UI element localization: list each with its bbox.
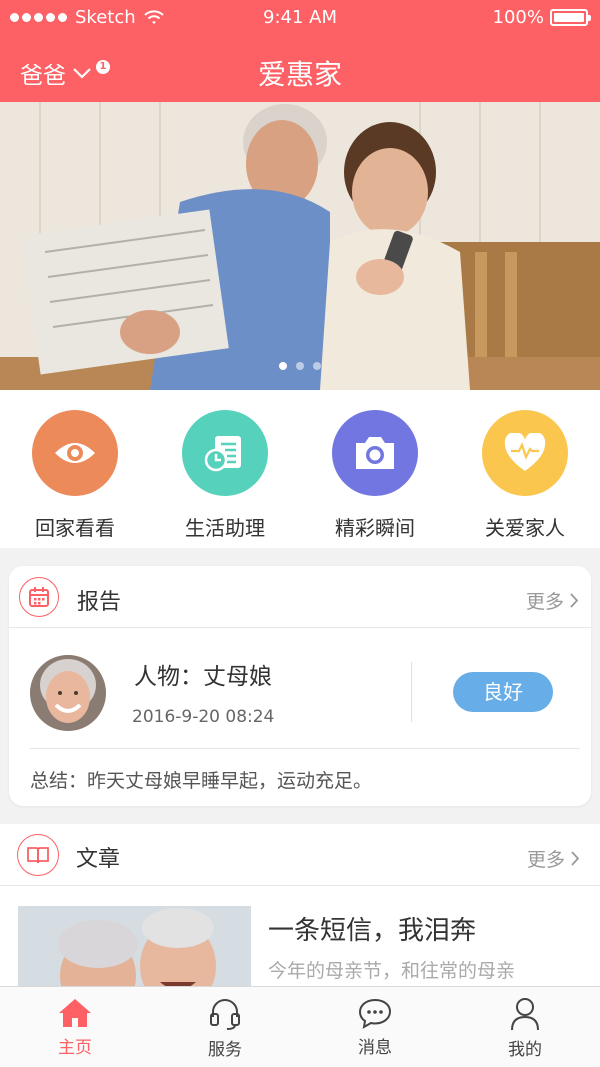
chevron-right-icon — [570, 593, 579, 608]
home-icon — [59, 999, 91, 1027]
tab-label: 服务 — [208, 1040, 242, 1060]
tab-label: 我的 — [508, 1040, 542, 1060]
tab-label: 消息 — [358, 1038, 392, 1058]
headset-icon — [210, 999, 240, 1030]
shortcut-visit-home[interactable]: 回家看看 — [0, 390, 150, 548]
articles-section: 文章 更多 一条短信，我泪奔 今年的母亲节，和往常的母亲 — [0, 824, 600, 986]
shortcut-label: 生活助理 — [185, 516, 265, 540]
shortcut-care-family[interactable]: 关爱家人 — [450, 390, 600, 548]
divider — [30, 748, 580, 749]
tab-messages[interactable]: 消息 — [300, 987, 450, 1067]
report-more-link[interactable]: 更多 — [526, 587, 579, 614]
article-thumbnail[interactable] — [18, 906, 251, 986]
report-header: 报告 更多 — [9, 566, 591, 628]
articles-more-link[interactable]: 更多 — [527, 845, 580, 872]
book-icon — [17, 834, 59, 876]
article-title[interactable]: 一条短信，我泪奔 — [268, 910, 476, 947]
shortcut-label: 精彩瞬间 — [335, 516, 415, 540]
tab-label: 主页 — [58, 1038, 92, 1058]
articles-header: 文章 更多 — [0, 824, 600, 886]
divider — [411, 662, 412, 722]
tab-bar: 主页 服务 消息 我的 — [0, 986, 600, 1067]
chevron-right-icon — [571, 851, 580, 866]
carousel-pager — [0, 362, 600, 370]
status-badge: 良好 — [453, 672, 553, 712]
app-title: 爱惠家 — [257, 58, 342, 91]
battery-percent: 100% — [492, 7, 544, 28]
tab-home[interactable]: 主页 — [0, 987, 150, 1067]
eye-icon — [32, 410, 118, 496]
chat-bubble-icon — [358, 998, 392, 1029]
elderly-couple-photo — [0, 102, 600, 390]
more-label: 更多 — [526, 849, 565, 871]
report-time: 2016-9-20 08:24 — [132, 707, 275, 727]
battery-status: 100% — [492, 7, 591, 28]
person-icon — [511, 998, 539, 1031]
tab-profile[interactable]: 我的 — [450, 987, 600, 1067]
shortcut-label: 关爱家人 — [485, 516, 565, 540]
section-title: 报告 — [77, 590, 122, 615]
more-label: 更多 — [525, 591, 564, 613]
shortcut-label: 回家看看 — [35, 516, 115, 540]
schedule-list-icon — [182, 410, 268, 496]
app-header: Sketch 9:41 AM 100% 爸爸 1 爱惠家 — [0, 0, 600, 102]
pager-dot[interactable] — [296, 362, 304, 370]
pager-dot[interactable] — [279, 362, 287, 370]
shortcut-moments[interactable]: 精彩瞬间 — [300, 390, 450, 548]
section-title: 文章 — [76, 847, 121, 872]
report-summary: 总结：昨天丈母娘早睡早起，运动充足。 — [30, 770, 373, 792]
nav-bar: 爸爸 1 爱惠家 — [0, 40, 600, 100]
status-bar: Sketch 9:41 AM 100% — [0, 0, 600, 36]
article-excerpt: 今年的母亲节，和往常的母亲 — [268, 960, 516, 982]
report-person: 人物：丈母娘 — [134, 664, 272, 690]
camera-icon — [332, 410, 418, 496]
shortcut-grid: 回家看看 生活助理 精彩瞬间 关爱家人 — [0, 390, 600, 548]
tab-services[interactable]: 服务 — [150, 987, 300, 1067]
calendar-icon — [19, 577, 59, 617]
shortcut-life-assistant[interactable]: 生活助理 — [150, 390, 300, 548]
battery-icon — [550, 9, 591, 26]
pager-dot[interactable] — [313, 362, 321, 370]
banner-carousel[interactable] — [0, 102, 600, 390]
heart-pulse-icon — [482, 410, 568, 496]
avatar — [30, 655, 106, 731]
report-card[interactable]: 报告 更多 人物：丈母娘 2016-9-20 08:24 良好 总结：昨天丈母娘… — [9, 566, 591, 806]
